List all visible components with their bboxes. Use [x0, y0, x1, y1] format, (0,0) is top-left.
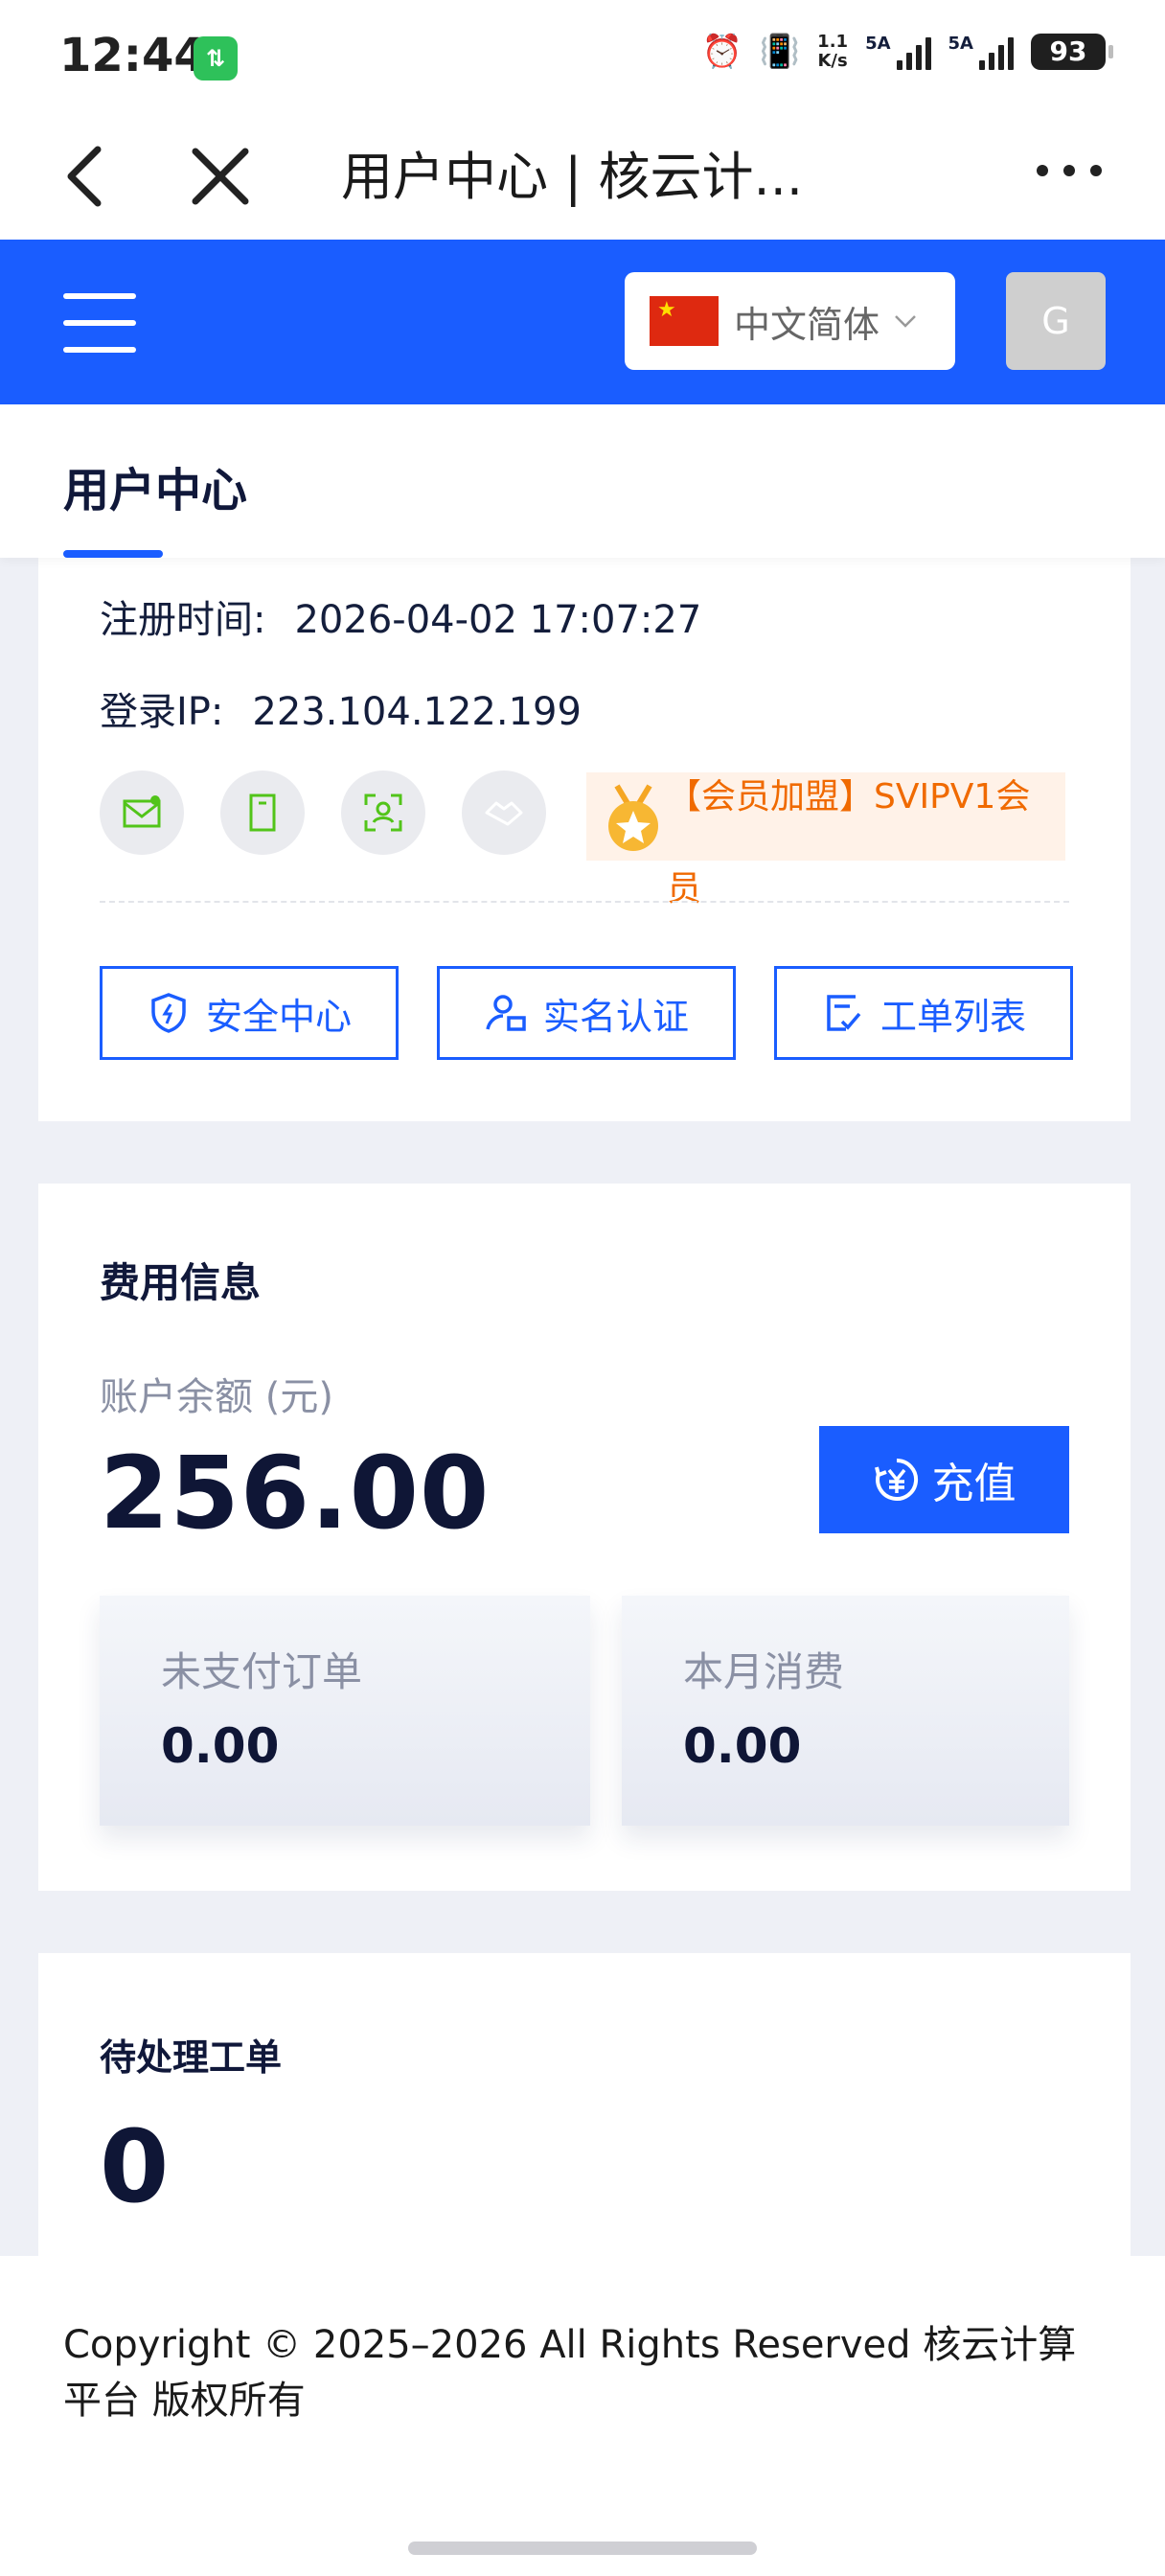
- home-indicator[interactable]: [408, 2542, 757, 2555]
- status-bar: 12:44 ⇅ ⏰ 📳 1.1 K/s 5A 5A 93: [0, 0, 1165, 115]
- balance-value: 256.00: [100, 1435, 491, 1552]
- unpaid-orders-box[interactable]: 未支付订单 0.00: [100, 1596, 590, 1826]
- yuan-icon: [874, 1458, 918, 1501]
- status-icons: ⏰ 📳 1.1 K/s 5A 5A 93: [701, 32, 1113, 71]
- tab-bar: 用户中心: [0, 404, 1165, 558]
- face-verified-icon[interactable]: [341, 770, 425, 855]
- avatar[interactable]: G: [1006, 272, 1106, 370]
- data-activity-icon: ⇅: [194, 36, 238, 80]
- alarm-icon: ⏰: [701, 33, 742, 71]
- ticket-list-icon: [827, 995, 861, 1031]
- fee-info-title: 费用信息: [100, 1259, 262, 1306]
- hamburger-menu-icon[interactable]: [63, 293, 136, 353]
- status-time: 12:44: [59, 29, 206, 82]
- tab-active-indicator: [63, 550, 163, 558]
- signal-strength-icon-2: 5A: [948, 34, 1014, 70]
- handshake-icon[interactable]: [462, 770, 546, 855]
- chevron-down-icon: [895, 315, 916, 328]
- verification-icons: [100, 770, 546, 855]
- more-options-icon[interactable]: [1037, 165, 1102, 176]
- tab-user-center[interactable]: 用户中心: [63, 452, 247, 519]
- language-select[interactable]: ★ 中文简体: [625, 272, 955, 370]
- back-icon[interactable]: [54, 138, 121, 215]
- close-icon[interactable]: [182, 138, 259, 215]
- real-name-verification-button[interactable]: 实名认证: [437, 966, 736, 1060]
- login-ip-row: 登录IP: 223.104.122.199: [100, 690, 582, 734]
- pending-tickets-title: 待处理工单: [100, 2036, 283, 2079]
- ticket-list-button[interactable]: 工单列表: [774, 966, 1073, 1060]
- site-header: ★ 中文简体 G: [0, 240, 1165, 404]
- member-badge[interactable]: 【会员加盟】SVIPV1会员: [586, 772, 1065, 908]
- china-flag-icon: ★: [650, 296, 719, 346]
- user-verify-icon: [486, 995, 526, 1031]
- user-actions: 安全中心 实名认证 工单列表: [100, 966, 1073, 1060]
- monthly-spend-box[interactable]: 本月消费 0.00: [622, 1596, 1069, 1826]
- battery-icon: 93: [1031, 34, 1113, 70]
- user-info-card: 注册时间: 2026-04-02 17:07:27 登录IP: 223.104.12…: [38, 558, 1131, 1121]
- member-level: 【会员加盟】SVIPV1会员: [667, 777, 1031, 908]
- security-center-button[interactable]: 安全中心: [100, 966, 399, 1060]
- balance-label: 账户余额 (元): [100, 1375, 333, 1419]
- shield-icon: [151, 993, 186, 1033]
- phone-verified-icon[interactable]: [220, 770, 305, 855]
- pending-tickets-card: 待处理工单 0: [38, 1953, 1131, 2260]
- vibrate-icon: 📳: [759, 33, 801, 71]
- signal-strength-icon: 5A: [865, 34, 931, 70]
- fee-info-card: 费用信息 账户余额 (元) 256.00 充值 未支付订单 0.00 本月消费 …: [38, 1184, 1131, 1891]
- register-time-row: 注册时间: 2026-04-02 17:07:27: [100, 598, 702, 642]
- language-label: 中文简体: [734, 303, 880, 346]
- pending-tickets-count: 0: [100, 2108, 170, 2225]
- browser-toolbar: 用户中心 | 核云计...: [0, 115, 1165, 240]
- medal-icon: [608, 784, 658, 851]
- copyright-text: Copyright © 2025–2026 All Rights Reserve…: [63, 2323, 1077, 2423]
- recharge-button[interactable]: 充值: [819, 1426, 1069, 1533]
- network-speed: 1.1 K/s: [817, 32, 849, 71]
- email-verified-icon[interactable]: [100, 770, 184, 855]
- footer: Copyright © 2025–2026 All Rights Reserve…: [0, 2256, 1165, 2576]
- divider: [100, 901, 1069, 903]
- page-title: 用户中心 | 核云计...: [341, 147, 804, 207]
